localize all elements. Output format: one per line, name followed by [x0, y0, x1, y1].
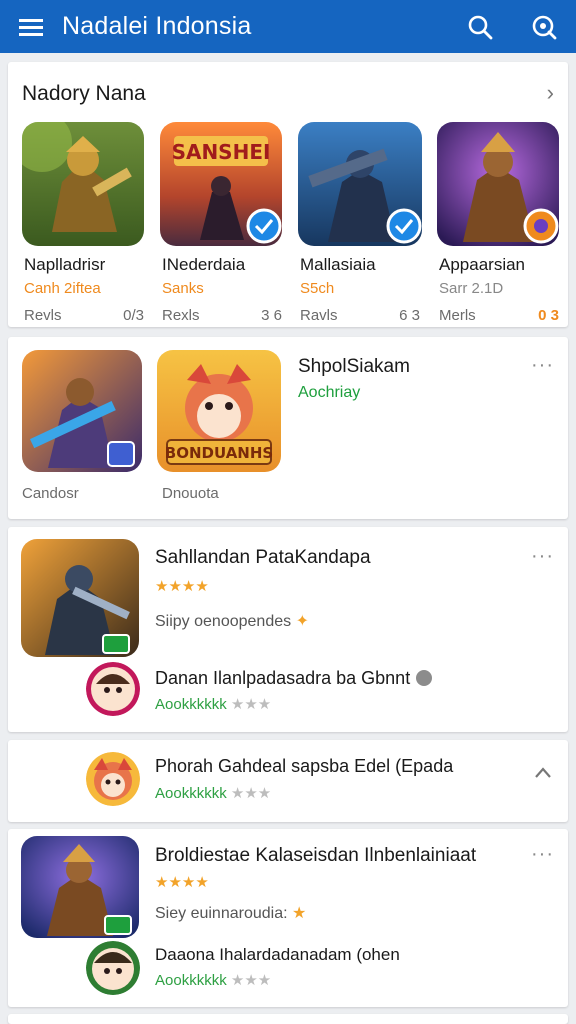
menu-icon[interactable]: [0, 0, 62, 53]
star-rating: Aookkkkkk ★★★: [155, 971, 271, 989]
app-bar: Nadalei Indonsia: [0, 0, 576, 53]
search-alt-icon[interactable]: [512, 0, 576, 53]
sub-item-text: Danan Ilanlpadasadra ba Gbnnt: [155, 668, 411, 688]
chevron-right-icon[interactable]: ›: [547, 80, 554, 106]
item-title: Sahllandan PataKandapa: [155, 547, 371, 568]
stars-empty: ★★★: [230, 972, 272, 989]
app-thumbnail[interactable]: BONDUANHS: [157, 350, 281, 472]
app-name: Appaarsian: [439, 255, 526, 274]
app-thumbnail: [22, 122, 144, 246]
reviews-label: Rexls: [162, 307, 200, 324]
sparkle-icon: ✦: [295, 613, 309, 630]
reviews-label: Ravls: [300, 307, 338, 324]
item-description: Siipy oenoopendes ✦: [155, 611, 309, 631]
app-thumbnail: [437, 122, 559, 246]
app-label: Candosr: [22, 485, 79, 502]
rating-text: Aookkkkkk: [155, 696, 227, 713]
sub-item-title: Daaona Ihalardadanadam (ohen: [155, 945, 400, 964]
reviews-label: Revls: [24, 307, 62, 324]
description-text: Siipy oenoopendes: [155, 613, 292, 630]
item-description: Siey euinnaroudia: ★: [155, 903, 306, 923]
app-name: INederdaia: [162, 255, 246, 274]
app-label: Dnouota: [162, 485, 219, 502]
app-thumbnail: [298, 122, 422, 246]
review-count: 0/3: [123, 307, 144, 324]
rating-text: Aookkkkkk: [155, 972, 227, 989]
collection-title: ShpolSiakam: [298, 356, 410, 377]
more-options-icon[interactable]: ···: [531, 843, 554, 866]
star-rating: ★★★★: [155, 873, 209, 891]
thumb-banner-text: BONDUANHS: [165, 444, 273, 462]
avatar: [86, 662, 140, 716]
app-thumbnail[interactable]: [22, 350, 142, 472]
stars-empty: ★★★: [230, 785, 272, 802]
item-title: Broldiestae Kalaseisdan Ilnbenlainiaat: [155, 845, 477, 866]
section-title: Nadory Nana: [22, 82, 146, 105]
stars-filled: ★★★★: [155, 874, 209, 891]
rating-text: Aookkkkkk: [155, 785, 227, 802]
avatar: [86, 941, 140, 995]
item-title: Phorah Gahdeal sapsba Edel (Epada: [155, 756, 454, 776]
reviews-label: Merls: [439, 307, 476, 324]
review-count: 6 3: [399, 307, 420, 324]
app-name: Naplladrisr: [24, 255, 106, 274]
app-name: Mallasiaia: [300, 255, 376, 274]
sparkle-icon: ★: [292, 905, 307, 922]
verified-icon: [416, 670, 433, 686]
next-card-edge: [8, 1014, 568, 1024]
stars-empty: ★★★: [230, 696, 272, 713]
app-title: Nadalei Indonsia: [62, 12, 252, 40]
app-thumbnail[interactable]: [21, 539, 139, 657]
app-subtitle: Sanks: [162, 280, 204, 297]
more-options-icon[interactable]: ···: [531, 545, 554, 568]
app-thumbnail[interactable]: [21, 836, 139, 938]
star-rating: Aookkkkkk ★★★: [155, 695, 271, 713]
app-thumbnail: SANSHEI: [160, 122, 282, 246]
app-subtitle: Sarr 2.1D: [439, 280, 504, 297]
search-icon[interactable]: [448, 0, 512, 53]
list-card[interactable]: Sahllandan PataKandapa ★★★★ Siipy oenoop…: [8, 527, 568, 732]
svg-text:SANSHEI: SANSHEI: [172, 140, 271, 164]
more-options-icon[interactable]: ···: [531, 354, 554, 377]
star-rating: ★★★★: [155, 577, 209, 595]
star-rating: Aookkkkkk ★★★: [155, 784, 271, 802]
collection-card[interactable]: BONDUANHS ShpolSiakam Aochriay ··· Cando…: [8, 337, 568, 519]
description-text: Siey euinnaroudia:: [155, 905, 288, 922]
list-card[interactable]: Phorah Gahdeal sapsba Edel (Epada Aookkk…: [8, 740, 568, 822]
featured-section: Nadory Nana › Naplladrisr Canh 2iftea Re…: [8, 62, 568, 327]
review-count: 0 3: [538, 307, 559, 324]
sub-item-title: Danan Ilanlpadasadra ba Gbnnt: [155, 668, 433, 689]
avatar: [86, 752, 140, 806]
app-subtitle: S5ch: [300, 280, 335, 297]
chevron-icon[interactable]: [534, 762, 552, 785]
review-count: 3 6: [261, 307, 282, 324]
stars-filled: ★★★★: [155, 578, 209, 595]
list-card[interactable]: Broldiestae Kalaseisdan Ilnbenlainiaat ★…: [8, 829, 568, 1007]
app-subtitle: Canh 2iftea: [24, 280, 101, 297]
collection-subtitle: Aochriay: [298, 384, 361, 401]
